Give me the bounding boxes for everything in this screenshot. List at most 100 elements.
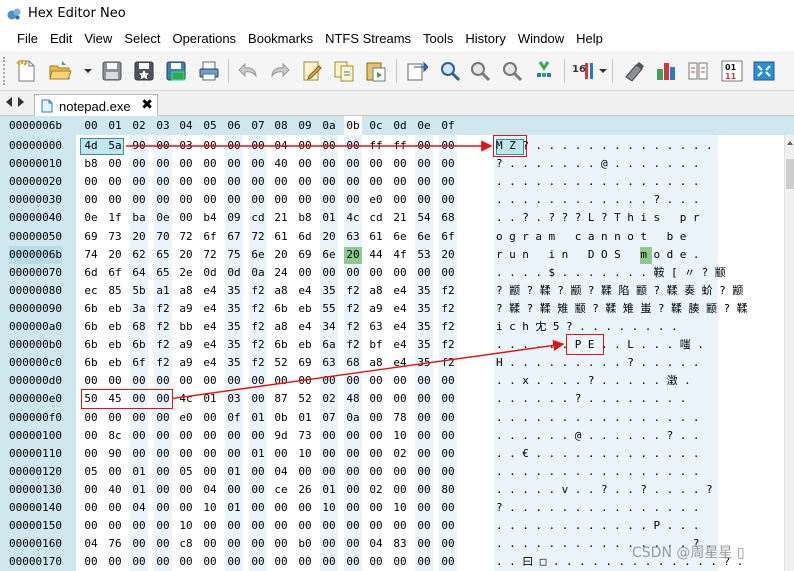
hex-byte[interactable]: 6e	[320, 246, 338, 264]
hex-byte[interactable]: e4	[201, 282, 219, 300]
scrollbar-thumb[interactable]	[786, 159, 794, 189]
hex-byte[interactable]: 35	[225, 354, 243, 372]
menu-edit[interactable]: Edit	[44, 27, 78, 51]
hex-byte[interactable]: 6d	[296, 228, 314, 246]
hex-byte[interactable]: bf	[367, 336, 385, 354]
save-as-button[interactable]	[162, 57, 190, 85]
hex-byte[interactable]: 68	[439, 209, 457, 227]
hex-byte[interactable]: 00	[154, 499, 172, 517]
hex-byte[interactable]: 4c	[177, 390, 195, 408]
hex-byte[interactable]: 6f	[130, 354, 148, 372]
ascii-text[interactable]: ?鞣?鞣雉颛?鞣雉蚩?鞣腠颛?鞣	[496, 300, 754, 318]
hex-byte[interactable]: 00	[106, 553, 124, 571]
hex-byte[interactable]: 00	[225, 553, 243, 571]
hex-byte[interactable]: 00	[130, 372, 148, 390]
tab-notepad-exe[interactable]: notepad.exe ✖	[34, 94, 158, 117]
hex-byte[interactable]: 00	[201, 445, 219, 463]
ascii-text[interactable]: ..?.???L?This pr	[496, 209, 706, 227]
hex-byte[interactable]: 00	[225, 535, 243, 553]
hex-byte[interactable]: 73	[296, 427, 314, 445]
hex-byte[interactable]: 35	[415, 336, 433, 354]
new-file-button[interactable]	[12, 57, 40, 85]
hex-byte[interactable]: 00	[249, 517, 267, 535]
hex-byte[interactable]: 00	[154, 390, 172, 408]
hex-byte[interactable]: cd	[249, 209, 267, 227]
hex-byte[interactable]: 85	[106, 282, 124, 300]
hex-byte[interactable]: 00	[272, 372, 290, 390]
hex-byte[interactable]: 00	[201, 409, 219, 427]
hex-byte[interactable]: 35	[225, 282, 243, 300]
hex-byte[interactable]: b8	[82, 155, 100, 173]
hex-byte[interactable]: 00	[106, 372, 124, 390]
hex-byte[interactable]: 69	[296, 246, 314, 264]
hex-byte[interactable]: a8	[272, 282, 290, 300]
goto-button[interactable]	[402, 57, 430, 85]
hex-byte[interactable]: e4	[391, 354, 409, 372]
hex-byte[interactable]: a9	[177, 336, 195, 354]
ascii-text[interactable]: ............P...	[496, 517, 706, 535]
hex-byte[interactable]: 4d	[82, 137, 100, 155]
hex-byte[interactable]: 01	[249, 409, 267, 427]
hex-byte[interactable]: 00	[154, 481, 172, 499]
hex-byte[interactable]: 00	[391, 372, 409, 390]
hex-byte[interactable]: 04	[201, 481, 219, 499]
hex-byte[interactable]: eb	[106, 318, 124, 336]
hex-byte[interactable]: 52	[296, 390, 314, 408]
hex-byte[interactable]: 61	[272, 228, 290, 246]
hex-byte[interactable]: 00	[249, 553, 267, 571]
hex-byte[interactable]: 00	[344, 191, 362, 209]
hex-byte[interactable]: 00	[201, 137, 219, 155]
hex-byte[interactable]: 65	[154, 264, 172, 282]
hex-byte[interactable]: 6b	[82, 354, 100, 372]
hex-byte[interactable]: 70	[154, 228, 172, 246]
hex-byte[interactable]: 00	[296, 372, 314, 390]
hex-byte[interactable]: 00	[415, 463, 433, 481]
hex-byte[interactable]: 6b	[82, 336, 100, 354]
hex-byte[interactable]: 00	[249, 173, 267, 191]
hex-byte[interactable]: 20	[272, 246, 290, 264]
menu-view[interactable]: View	[78, 27, 118, 51]
hex-byte[interactable]: 00	[367, 463, 385, 481]
redo-button[interactable]	[266, 57, 294, 85]
hex-byte[interactable]: 00	[177, 209, 195, 227]
hex-byte[interactable]: 00	[177, 372, 195, 390]
hex-byte[interactable]: 6e	[391, 228, 409, 246]
hex-byte[interactable]: 00	[82, 409, 100, 427]
hex-byte[interactable]: f2	[154, 354, 172, 372]
hex-byte[interactable]: 00	[415, 173, 433, 191]
hex-byte[interactable]: 00	[415, 372, 433, 390]
hex-byte[interactable]: a9	[177, 300, 195, 318]
ascii-text[interactable]: ..€.............	[496, 445, 706, 463]
hex-byte[interactable]: 00	[225, 481, 243, 499]
hex-byte[interactable]: 40	[272, 155, 290, 173]
hex-byte[interactable]: 01	[130, 481, 148, 499]
hex-byte[interactable]: 73	[106, 228, 124, 246]
hex-byte[interactable]: 00	[439, 517, 457, 535]
hex-byte[interactable]: 00	[439, 427, 457, 445]
hex-byte[interactable]: 00	[415, 137, 433, 155]
hex-byte[interactable]: 6b	[82, 300, 100, 318]
hex-byte[interactable]: 61	[367, 228, 385, 246]
hex-byte[interactable]: 80	[439, 481, 457, 499]
bookmark-button[interactable]	[530, 57, 558, 85]
hex-byte[interactable]: 10	[296, 445, 314, 463]
hex-byte[interactable]: 00	[272, 517, 290, 535]
hex-byte[interactable]: 00	[177, 445, 195, 463]
hex-byte[interactable]: 55	[320, 300, 338, 318]
hex-byte[interactable]: 00	[201, 427, 219, 445]
hex-byte[interactable]: 00	[367, 499, 385, 517]
hex-byte[interactable]: 72	[249, 228, 267, 246]
hex-byte[interactable]: ff	[391, 137, 409, 155]
hex-byte[interactable]: 00	[391, 264, 409, 282]
hex-byte[interactable]: 6d	[82, 264, 100, 282]
hex-byte[interactable]: f2	[154, 300, 172, 318]
hex-byte[interactable]: 09	[225, 209, 243, 227]
hex-byte[interactable]: 00	[154, 427, 172, 445]
edit-button[interactable]	[298, 57, 326, 85]
tab-scroll-right-icon[interactable]	[18, 97, 24, 107]
hex-byte[interactable]: 00	[201, 463, 219, 481]
hex-byte[interactable]: 01	[296, 409, 314, 427]
find-next-button[interactable]	[466, 57, 494, 85]
hex-byte[interactable]: 00	[391, 481, 409, 499]
hex-byte[interactable]: 00	[201, 535, 219, 553]
